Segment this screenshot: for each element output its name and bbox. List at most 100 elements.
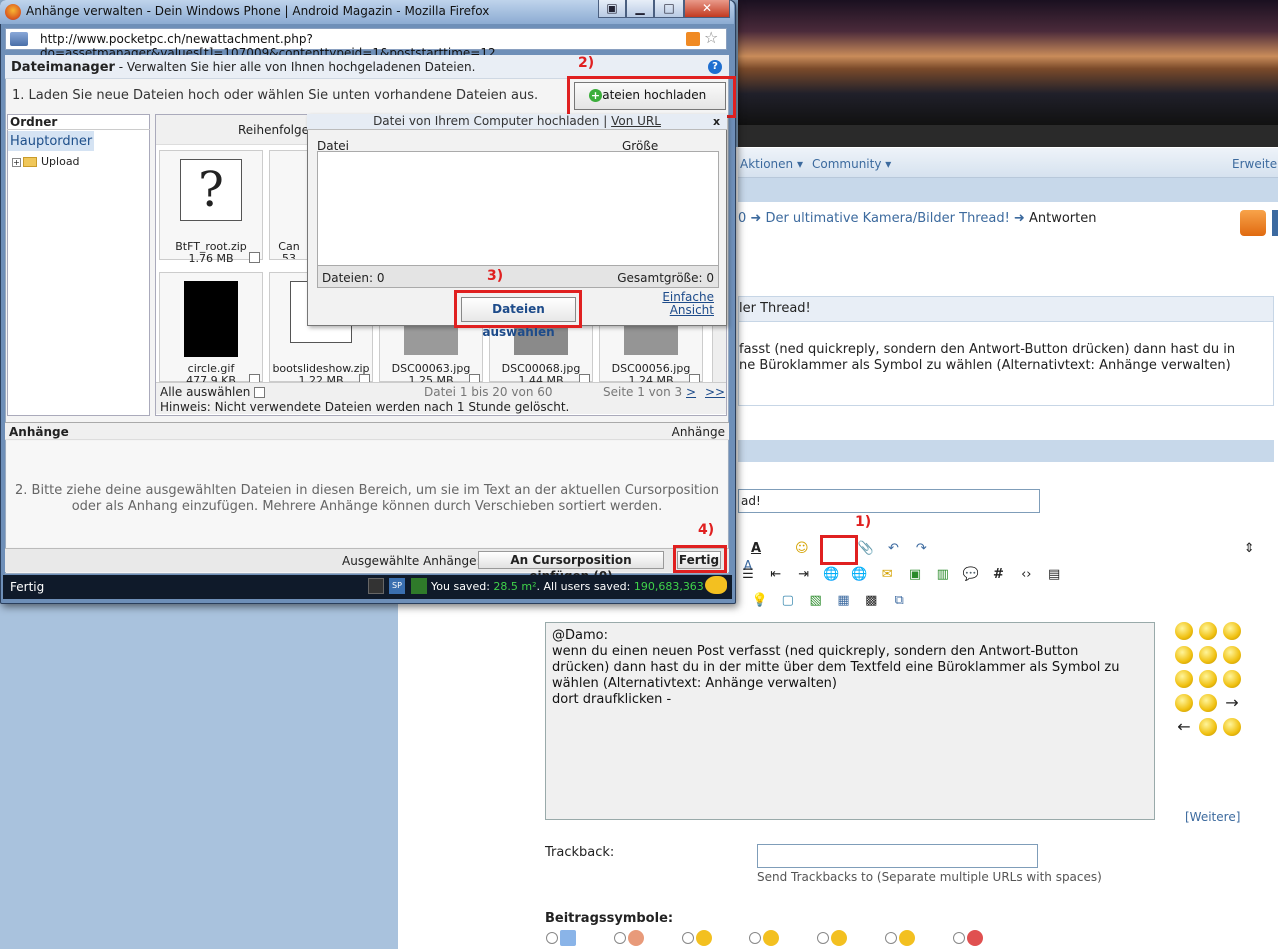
insert-at-cursor-button[interactable]: An Cursorposition einfügen (0) — [478, 551, 664, 583]
smilie-rolleyes-icon[interactable] — [1223, 670, 1241, 688]
smilie-tongue-icon[interactable] — [1199, 670, 1217, 688]
smilie-laugh-icon[interactable] — [1199, 718, 1217, 736]
upload-file-list[interactable] — [317, 151, 719, 266]
help-icon[interactable]: ? — [708, 60, 722, 74]
video-icon[interactable]: ▥ — [933, 566, 953, 584]
smilie-cool-icon[interactable] — [1175, 694, 1193, 712]
next-page-link[interactable]: > — [686, 385, 696, 399]
outdent-icon[interactable]: ⇤ — [766, 566, 786, 584]
folder-upload[interactable]: + Upload — [12, 155, 80, 168]
attachment-clip-icon[interactable]: 📎 — [856, 540, 876, 558]
page-indicator: Seite 1 von 3 — [603, 385, 683, 399]
arrow-left-icon[interactable]: ← — [1175, 718, 1193, 736]
message-textarea[interactable]: @Damo: wenn du einen neuen Post verfasst… — [545, 622, 1155, 820]
quote-icon[interactable]: 💬 — [961, 566, 981, 584]
select-all[interactable]: Alle auswählen — [160, 385, 266, 399]
nav-community[interactable]: Community ▾ — [812, 157, 891, 171]
lightbulb-icon[interactable]: 💡 — [750, 592, 770, 610]
addon-icon[interactable] — [368, 578, 384, 594]
close-dialog-icon[interactable]: x — [713, 115, 720, 128]
link-icon[interactable]: 🌐 — [821, 566, 841, 584]
breadcrumb: 0 ➜ Der ultimative Kamera/Bilder Thread!… — [738, 211, 1097, 226]
embed-icon[interactable]: ⧉ — [889, 592, 909, 610]
email-icon[interactable]: ✉ — [877, 566, 897, 584]
folder-main[interactable]: Hauptordner — [8, 131, 94, 151]
file-thumb[interactable]: ? BtFT_root.zip 1.76 MB — [159, 150, 263, 265]
resize-icon[interactable]: ⇕ — [1239, 540, 1259, 558]
html-icon[interactable]: ‹› — [1016, 566, 1036, 584]
unlink-icon[interactable]: 🌐 — [849, 566, 869, 584]
post-icon-radio[interactable] — [952, 932, 965, 944]
arrow-right-icon[interactable]: → — [1223, 694, 1241, 712]
upload-dialog-header: Datei von Ihrem Computer hochladen | Von… — [307, 114, 727, 130]
post-icon-radio[interactable] — [749, 932, 762, 944]
simple-view-link[interactable]: Einfache Ansicht — [662, 291, 714, 317]
image-icon[interactable]: ▣ — [905, 566, 925, 584]
post-icon-radio[interactable] — [681, 932, 694, 944]
qr-icon[interactable]: ▩ — [861, 592, 881, 610]
selected-attachments-label: Ausgewählte Anhänge: — [342, 554, 481, 568]
share-icon[interactable] — [1272, 210, 1278, 236]
frame-icon[interactable]: ▢ — [778, 592, 798, 610]
smilie-big-grin-icon[interactable] — [1223, 646, 1241, 664]
select-all-checkbox[interactable] — [254, 387, 266, 398]
file-thumb[interactable]: Can 53 — [269, 150, 309, 260]
smilie-smile-icon[interactable] — [1175, 646, 1193, 664]
from-url-link[interactable]: Von URL — [611, 114, 661, 128]
indent-icon[interactable]: ⇥ — [794, 566, 814, 584]
post-icons-label: Beitragssymbole: — [545, 911, 674, 926]
last-page-link[interactable]: >> — [705, 385, 725, 399]
site-identity-icon[interactable] — [10, 32, 28, 46]
nav-aktionen[interactable]: Aktionen ▾ — [740, 157, 803, 171]
post-icon-radio[interactable] — [885, 932, 898, 944]
rss-icon[interactable] — [1240, 210, 1266, 236]
post-icon-radio[interactable] — [817, 932, 830, 944]
maximize-button[interactable]: □ — [654, 0, 684, 18]
smilie-wink-icon[interactable] — [1199, 646, 1217, 664]
table-icon[interactable]: ▦ — [833, 592, 853, 610]
smilie-confused-icon[interactable] — [1199, 622, 1217, 640]
undo-icon[interactable]: ↶ — [883, 540, 903, 558]
minimize-button[interactable]: ▁ — [626, 0, 654, 18]
smilie-grin-icon[interactable] — [1223, 622, 1241, 640]
attachments-header: Anhänge Anhänge — [5, 422, 729, 440]
forum-dark-strip — [738, 125, 1278, 147]
window-icon-button[interactable]: ▣ — [598, 0, 626, 18]
smilie-eek-icon[interactable] — [1175, 670, 1193, 688]
bookmark-star-icon[interactable]: ☆ — [704, 28, 718, 47]
breadcrumb-link[interactable]: Der ultimative Kamera/Bilder Thread! — [765, 211, 1009, 226]
close-button[interactable]: ✕ — [684, 0, 730, 18]
nav-erweitert[interactable]: Erweitert — [1232, 157, 1278, 171]
code-icon[interactable]: # — [988, 566, 1008, 584]
smilie-mad-icon[interactable] — [1199, 694, 1217, 712]
attachments-drop-area[interactable]: 2. Bitte ziehe deine ausgewählten Dateie… — [7, 441, 727, 547]
fish-icon[interactable] — [705, 576, 727, 594]
separator: | — [603, 114, 608, 128]
trackback-input[interactable] — [757, 844, 1038, 868]
document-icon — [560, 930, 576, 946]
file-thumb[interactable]: circle.gif 477.9 KB — [159, 272, 263, 387]
sp-icon[interactable]: SP — [389, 578, 405, 594]
editor-toolbar-row-2: ☰ ⇤ ⇥ 🌐 🌐 ✉ ▣ ▥ 💬 # ‹› ▤ — [738, 566, 1068, 584]
font-color-icon[interactable]: A — [746, 540, 766, 558]
more-smilies-link[interactable]: [Weitere] — [1185, 810, 1240, 824]
gallery-icon[interactable]: ▧ — [806, 592, 826, 610]
sort-label: Reihenfolge: — [238, 123, 314, 137]
smile-icon — [695, 930, 712, 946]
expand-icon[interactable]: + — [12, 157, 21, 167]
list-icon[interactable]: ☰ — [738, 566, 758, 584]
files-footer: Alle auswählen Datei 1 bis 20 von 60 Sei… — [156, 382, 726, 414]
smilie-santa-icon[interactable] — [1223, 718, 1241, 736]
file-checkbox[interactable] — [249, 252, 260, 263]
redo-icon[interactable]: ↷ — [911, 540, 931, 558]
url-bar[interactable]: http://www.pocketpc.ch/newattachment.php… — [5, 28, 727, 60]
php-icon[interactable]: ▤ — [1044, 566, 1064, 584]
smiley-menu-icon[interactable]: ☺ — [792, 540, 812, 558]
leaf-icon[interactable] — [411, 578, 427, 594]
title-input[interactable]: ad! — [738, 489, 1040, 513]
smilie-frown-icon[interactable] — [1175, 622, 1193, 640]
trackback-label: Trackback: — [545, 845, 615, 860]
post-icon-radio[interactable] — [546, 932, 558, 944]
post-icon-radio[interactable] — [613, 932, 626, 944]
feed-icon[interactable] — [686, 32, 700, 46]
